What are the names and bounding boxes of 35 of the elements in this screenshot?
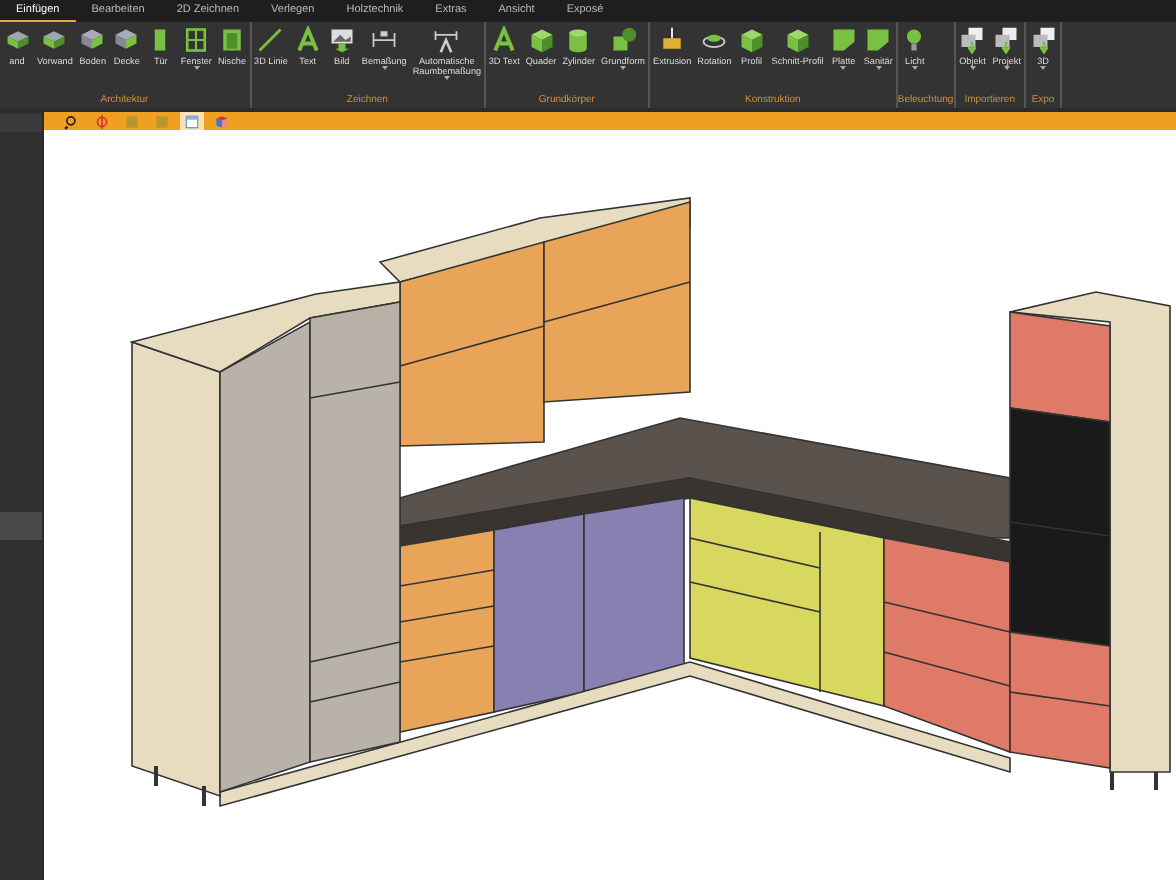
niche-icon [217, 26, 246, 54]
letter-icon [490, 26, 519, 54]
caret-icon [911, 66, 918, 70]
cube-icon [214, 113, 230, 129]
window-icon [182, 26, 211, 54]
zoom-icon [64, 113, 80, 129]
compass-icon [94, 113, 110, 129]
cube-icon [783, 26, 812, 54]
plate-icon [829, 26, 858, 54]
floor-icon [78, 26, 107, 54]
shape-icon [609, 26, 638, 54]
caret-icon [443, 76, 450, 80]
caret-icon [969, 66, 976, 70]
image-icon [327, 26, 356, 54]
import-icon [958, 26, 987, 54]
square-icon [124, 113, 140, 129]
cyl-icon [564, 26, 593, 54]
wall-icon [3, 26, 31, 54]
wall-icon [40, 26, 69, 54]
cube-icon [737, 26, 766, 54]
caret-icon [193, 66, 200, 70]
caret-icon [875, 66, 882, 70]
square-icon [154, 113, 170, 129]
caret-icon [840, 66, 847, 70]
cube-icon [527, 26, 556, 54]
line-icon [256, 26, 285, 54]
floor-icon [112, 26, 141, 54]
caret-icon [620, 66, 627, 70]
letter-icon [293, 26, 322, 54]
plate-icon [864, 26, 893, 54]
caret-icon [1003, 66, 1010, 70]
caret-icon [1040, 66, 1047, 70]
caret-icon [381, 66, 388, 70]
import-icon [992, 26, 1021, 54]
import-icon [1029, 26, 1058, 54]
